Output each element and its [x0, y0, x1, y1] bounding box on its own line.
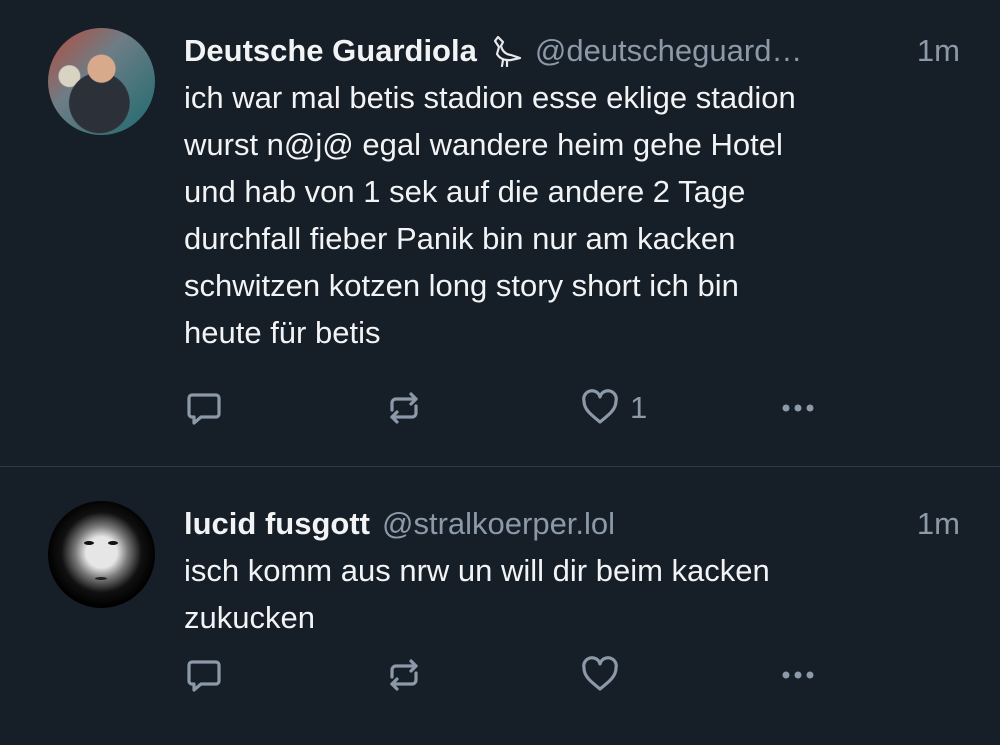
post-text: isch komm aus nrw un will dir beim kacke…: [184, 553, 770, 635]
avatar[interactable]: [48, 28, 155, 135]
post[interactable]: lucid fusgott @stralkoerper.lol 1m isch …: [0, 467, 1000, 745]
post-actions: [184, 655, 824, 695]
display-name[interactable]: Deutsche Guardiola: [184, 33, 477, 69]
post-feed: Deutsche Guardiola @deutscheguard… 1m ic…: [0, 0, 1000, 744]
reply-icon: [187, 393, 221, 425]
repost-button[interactable]: [384, 388, 424, 428]
repost-icon: [390, 392, 418, 424]
more-icon: [782, 671, 814, 679]
avatar-mouth: [95, 577, 107, 580]
avatar[interactable]: [48, 501, 155, 608]
display-name[interactable]: lucid fusgott: [184, 506, 370, 542]
post-header: lucid fusgott @stralkoerper.lol 1m: [184, 501, 960, 547]
more-button[interactable]: [778, 655, 818, 695]
handle[interactable]: @stralkoerper.lol: [382, 506, 615, 542]
heart-icon: [582, 656, 618, 691]
post-content: lucid fusgott @stralkoerper.lol 1m isch …: [184, 501, 960, 745]
timestamp[interactable]: 1m: [903, 506, 960, 542]
handle[interactable]: @deutscheguard…: [535, 33, 803, 69]
heart-icon: [582, 389, 618, 424]
post-text: ich war mal betis stadion esse eklige st…: [184, 80, 796, 350]
post[interactable]: Deutsche Guardiola @deutscheguard… 1m ic…: [0, 0, 1000, 466]
more-icon: [782, 404, 814, 412]
post-actions: 1: [184, 388, 824, 428]
more-button[interactable]: [778, 388, 818, 428]
like-button[interactable]: 1: [580, 388, 647, 428]
repost-button[interactable]: [384, 655, 424, 695]
post-header: Deutsche Guardiola @deutscheguard… 1m: [184, 28, 960, 74]
reply-button[interactable]: [184, 655, 224, 695]
avatar-eye: [84, 541, 94, 545]
like-count: 1: [630, 390, 648, 425]
avatar-eye: [108, 541, 118, 545]
bird-icon: [493, 35, 521, 68]
reply-icon: [187, 660, 221, 692]
reply-button[interactable]: [184, 388, 224, 428]
repost-icon: [390, 659, 418, 691]
like-button[interactable]: [580, 655, 630, 695]
timestamp[interactable]: 1m: [903, 33, 960, 69]
